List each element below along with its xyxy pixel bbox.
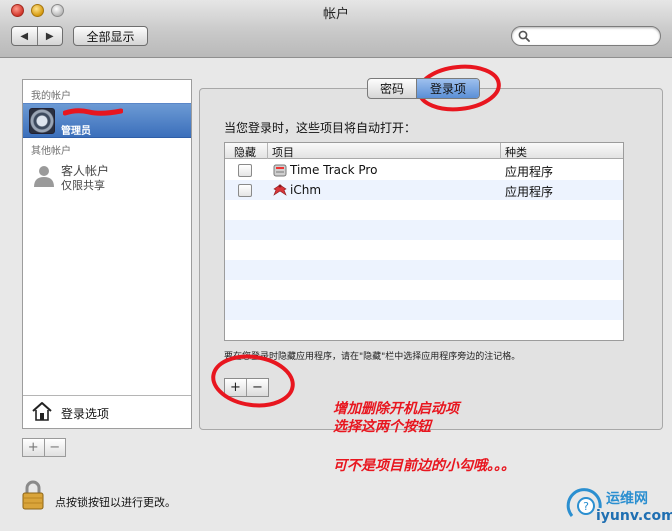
sidebar-item-guest[interactable]: 客人帐户 仅限共享 [23,160,191,194]
other-accounts-header: 其他帐户 [31,146,71,157]
login-options-item[interactable]: 登录选项 [23,395,191,428]
watermark-name: 运维网 [606,491,648,507]
annotation-text: 可不是项目前边的小勾哦。。。 [333,458,515,474]
column-header-hide[interactable]: 隐藏 [234,144,256,159]
accounts-sidebar: 我的帐户 管理员 其他帐户 客人帐户 仅限共享 登录选项 [22,79,192,429]
empty-row [225,320,623,340]
column-divider [500,143,501,159]
empty-row [225,280,623,300]
empty-row [225,220,623,240]
tab-login-items[interactable]: 登录项 [416,79,479,98]
my-accounts-header: 我的帐户 [31,91,71,102]
login-options-label: 登录选项 [61,407,110,421]
annotation-text: 选择这两个按钮 [333,419,431,435]
account-add-remove-control: + − [22,438,66,457]
remove-account-button[interactable]: − [43,439,66,456]
watermark-url: iyunv.com [596,508,672,524]
tab-bar: 密码 登录项 [367,78,480,99]
hide-hint-text: 要在您登录时隐藏应用程序，请在"隐藏"栏中选择应用程序旁边的注记格。 [224,352,521,362]
time-track-pro-icon [273,164,287,177]
back-button[interactable]: ◀ [12,27,37,45]
add-login-item-button[interactable]: + [225,379,246,396]
add-account-button[interactable]: + [23,439,44,456]
tab-password[interactable]: 密码 [368,79,416,98]
table-row[interactable]: Time Track Pro 应用程序 [225,160,623,180]
empty-row [225,240,623,260]
lock-hint-text: 点按锁按钮以进行更改。 [55,496,176,509]
avatar [29,108,55,134]
back-forward-control: ◀ ▶ [11,26,63,46]
house-icon [32,402,52,421]
column-divider [267,143,268,159]
column-header-item[interactable]: 项目 [272,144,294,159]
app-name: Time Track Pro [290,163,378,177]
search-icon [518,30,530,42]
empty-row [225,300,623,320]
app-kind: 应用程序 [505,185,554,199]
remove-login-item-button[interactable]: − [246,379,268,396]
forward-button[interactable]: ▶ [36,27,63,45]
lock-icon[interactable] [22,480,44,510]
title-bar: 帐户 ◀ ▶ 全部显示 [0,0,672,58]
guest-account-subtitle: 仅限共享 [61,179,105,192]
svg-text:?: ? [583,500,589,513]
empty-row [225,200,623,220]
ichm-icon [273,184,287,196]
column-header-kind[interactable]: 种类 [505,144,527,159]
hide-checkbox[interactable] [238,164,252,177]
app-name: iChm [290,183,322,197]
hide-checkbox[interactable] [238,184,252,197]
redacted-name-scribble [63,108,123,116]
table-row[interactable]: iChm 应用程序 [225,180,623,200]
show-all-button[interactable]: 全部显示 [73,26,148,46]
login-items-table: 隐藏 项目 种类 Time Track Pro 应用程序 iChm 应用程序 [224,142,624,341]
empty-row [225,260,623,280]
search-field[interactable] [511,26,661,46]
annotation-text: 增加删除开机启动项 [333,401,459,417]
app-kind: 应用程序 [505,165,554,179]
guest-user-icon [34,166,54,187]
login-items-heading: 当您登录时，这些项目将自动打开： [224,121,417,135]
sidebar-item-admin[interactable]: 管理员 [23,103,191,138]
window-title: 帐户 [322,7,349,22]
table-header: 隐藏 项目 种类 [225,143,623,159]
login-item-add-remove-control: + − [224,378,269,397]
admin-role-label: 管理员 [61,126,91,137]
